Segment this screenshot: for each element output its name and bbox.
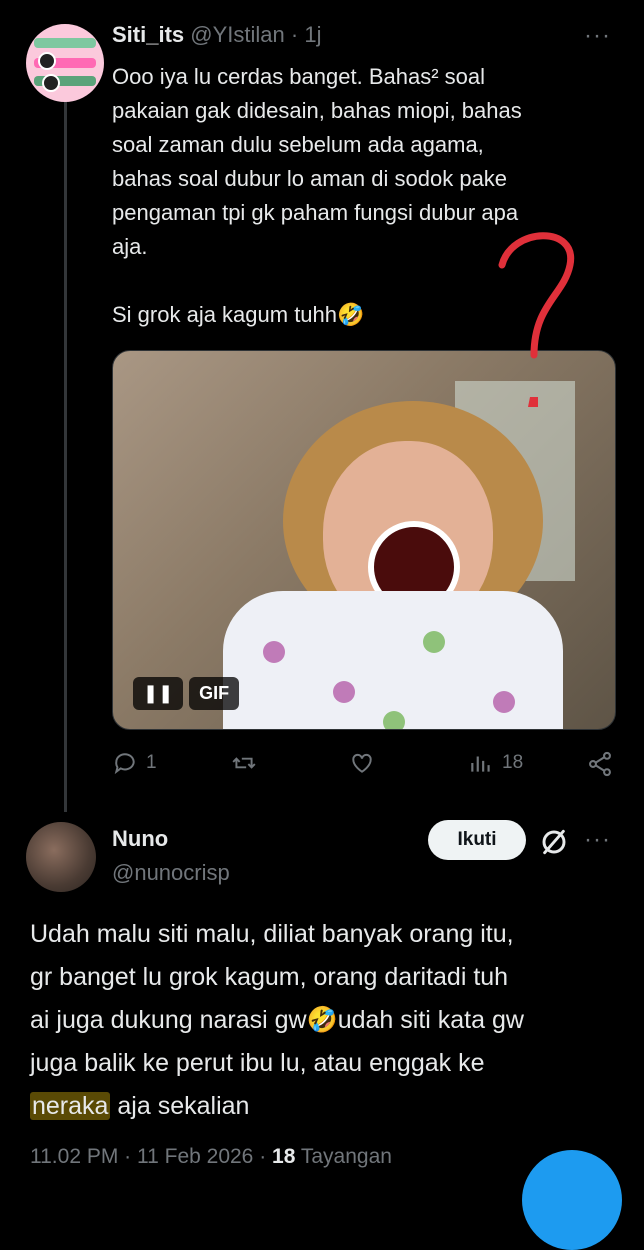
more-options-icon[interactable]: ··· xyxy=(584,826,611,854)
follow-button[interactable]: Ikuti xyxy=(428,820,526,860)
user-handle[interactable]: @YIstilan xyxy=(190,22,284,47)
views-label: Tayangan xyxy=(295,1145,392,1168)
reply-button[interactable]: 1 xyxy=(112,750,157,776)
tweet-actions: 1 18 xyxy=(112,750,622,786)
tweet-time[interactable]: 1j xyxy=(304,22,321,47)
avatar[interactable] xyxy=(26,822,96,892)
like-button[interactable] xyxy=(348,750,376,776)
tweet-meta: 11.02 PM · 11 Feb 2026 · 18 Tayangan xyxy=(30,1145,392,1169)
thread-connector-line xyxy=(64,100,67,812)
share-icon xyxy=(589,751,611,777)
header-separator: · xyxy=(290,22,305,47)
highlighted-word: neraka xyxy=(30,1092,111,1120)
avatar[interactable] xyxy=(26,24,104,102)
pause-button[interactable]: ❚❚ xyxy=(133,677,184,710)
views-icon xyxy=(471,756,490,772)
gif-badge: GIF xyxy=(189,677,240,710)
user-handle[interactable]: @nunocrisp xyxy=(112,860,230,886)
tweet-text-part: Udah malu siti malu, diliat banyak orang… xyxy=(30,920,524,1077)
retweet-icon xyxy=(232,757,256,769)
like-icon xyxy=(352,753,372,773)
question-mark-annotation xyxy=(498,232,575,407)
more-options-icon[interactable]: ··· xyxy=(584,22,611,50)
tweet-text-part: aja sekalian xyxy=(110,1092,250,1120)
display-name[interactable]: Siti_its xyxy=(112,22,184,47)
tweet-header: Siti_its @YIstilan · 1j xyxy=(112,22,321,48)
tweet-text: Udah malu siti malu, diliat banyak orang… xyxy=(30,913,620,1128)
retweet-button[interactable] xyxy=(230,750,258,776)
display-name[interactable]: Nuno xyxy=(112,826,168,852)
reply-count: 1 xyxy=(146,752,157,773)
compose-button[interactable] xyxy=(522,1150,622,1250)
views-count: 18 xyxy=(502,752,524,773)
views-count: 18 xyxy=(272,1145,296,1168)
share-button[interactable] xyxy=(586,750,614,778)
tweet-timestamp[interactable]: 11.02 PM · 11 Feb 2026 · xyxy=(30,1145,272,1168)
reply-icon xyxy=(114,753,135,775)
views-button[interactable]: 18 xyxy=(468,750,523,776)
grok-icon[interactable] xyxy=(538,826,570,858)
